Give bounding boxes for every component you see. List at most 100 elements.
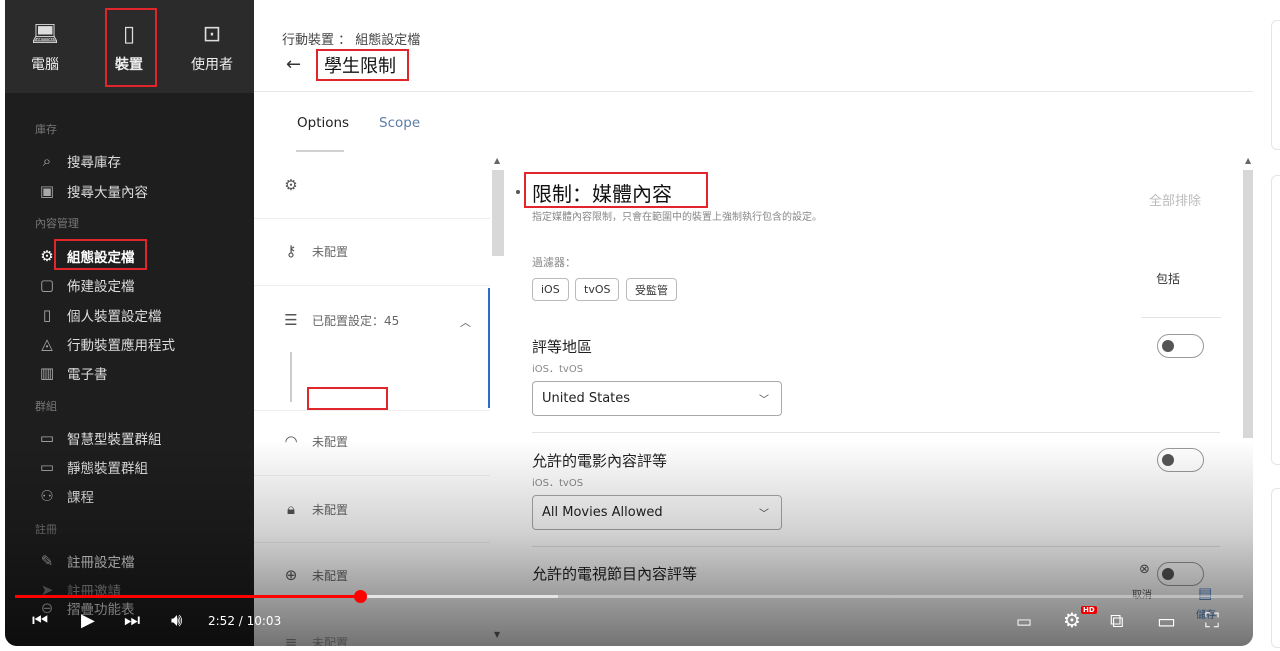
include-toggle[interactable] — [1157, 448, 1204, 472]
payload-scrollbar[interactable] — [492, 170, 504, 256]
section-enroll: 註冊 — [35, 523, 57, 536]
sidebar-item-personal-profiles[interactable]: ▯ 個人裝置設定檔 — [35, 305, 162, 325]
divider — [532, 432, 1220, 433]
include-toggle[interactable] — [1157, 562, 1204, 586]
sidebar-item-ebooks[interactable]: ▥ 電子書 — [35, 363, 108, 383]
payload-wifi[interactable]: ◠ 未配置 — [280, 432, 348, 450]
sidebar-item-mobile-apps[interactable]: ◬ 行動裝置應用程式 — [35, 334, 175, 354]
screen: 💻︎ 電腦 ▯ 裝置 ⊡ 使用者 庫存 ⌕ 搜尋庫存 ▣ 搜尋大量內容 內容管理 — [0, 0, 1280, 651]
exclude-all-button[interactable]: 全部排除 — [1149, 190, 1201, 209]
settings-scrollbar[interactable] — [1243, 170, 1253, 438]
sidebar-item-label: 課程 — [67, 490, 94, 506]
sidebar-item-label: 智慧型裝置群組 — [67, 432, 162, 448]
section-inventory: 庫存 — [35, 123, 57, 136]
checklist-icon: ☰ — [284, 311, 298, 329]
miniplayer-icon[interactable]: ⧉ — [1110, 610, 1124, 632]
payload-status: 已配置設定：45 — [312, 313, 400, 328]
chevron-up-icon[interactable]: ︿ — [460, 314, 471, 330]
chevron-down-icon: ﹀ — [759, 395, 769, 406]
sidebar-item-static-groups[interactable]: ▭ 靜態裝置群組 — [35, 457, 148, 477]
nav-users[interactable]: ⊡ 使用者 — [177, 22, 247, 74]
play-icon[interactable]: ▶︎ — [81, 610, 95, 631]
filter-chip-ios[interactable]: iOS — [532, 278, 569, 301]
back-arrow-icon[interactable]: ← — [286, 54, 301, 75]
scroll-up-arrow-icon[interactable]: ▲ — [494, 156, 500, 165]
divider — [254, 218, 490, 219]
floppy-disk-icon[interactable]: ▤ — [1198, 584, 1212, 602]
divider — [532, 546, 1220, 547]
highlight-box — [307, 387, 388, 410]
sidebar-item-smart-groups[interactable]: ▭ 智慧型裝置群組 — [35, 428, 162, 448]
sidebar-item-search-inventory[interactable]: ⌕ 搜尋庫存 — [35, 151, 121, 171]
sidebar-item-label: 註冊設定檔 — [67, 555, 135, 571]
ratings-region-select[interactable]: United States ﹀ — [532, 381, 782, 416]
user-icon: ⊡ — [202, 22, 222, 47]
nav-devices[interactable]: ▯ 裝置 — [94, 22, 164, 74]
payload-web[interactable]: ⊕ 未配置 — [280, 566, 348, 584]
side-card — [1271, 175, 1280, 465]
side-card — [1271, 20, 1280, 150]
setting-title: 允許的電視節目內容評等 — [532, 565, 698, 583]
section-description: 指定媒體內容限制，只會在範圍中的裝置上強制執行包含的設定。 — [532, 212, 822, 223]
volume-icon[interactable]: 🔊︎ — [171, 610, 182, 631]
scrubber-handle[interactable] — [354, 590, 367, 603]
next-icon[interactable]: ⏭︎ — [124, 610, 140, 631]
filter-chip-tvos[interactable]: tvOS — [575, 278, 620, 301]
cancel-label[interactable]: 取消 — [1132, 586, 1152, 601]
sidebar-item-enroll-profiles[interactable]: ✎ 註冊設定檔 — [35, 551, 135, 571]
selection-indicator — [488, 288, 490, 408]
list-icon: ≡ — [284, 633, 298, 646]
divider — [1141, 317, 1221, 318]
search-icon: ⌕ — [42, 152, 52, 170]
sidebar-item-config-profiles[interactable]: ⚙ 組態設定檔 — [35, 246, 134, 266]
close-circle-icon[interactable]: ⊗ — [1139, 562, 1150, 577]
app-icon: ◬ — [41, 335, 53, 353]
movie-rating-select[interactable]: All Movies Allowed ﹀ — [532, 495, 782, 530]
gear-icon: ⚙ — [284, 176, 298, 194]
payload-vpn[interactable]: 🔒︎ 未配置 — [280, 500, 348, 518]
sidebar-item-label: 個人裝置設定檔 — [67, 309, 162, 325]
toggle-knob — [1162, 568, 1174, 580]
globe-icon: ⊕ — [284, 566, 298, 584]
sidebar-item-search-bulk[interactable]: ▣ 搜尋大量內容 — [35, 181, 148, 201]
nav-label: 使用者 — [191, 57, 233, 73]
select-value: United States — [542, 391, 631, 406]
chevron-down-icon: ﹀ — [759, 509, 769, 520]
settings-gear-icon[interactable]: ⚙ — [1063, 608, 1081, 632]
bullet — [516, 190, 520, 194]
folder-plus-icon: ▭ — [39, 458, 55, 476]
hd-badge: HD — [1081, 606, 1097, 614]
scroll-down-arrow-icon[interactable]: ▼ — [494, 630, 500, 639]
divider — [254, 410, 490, 411]
payload-general[interactable]: ⚙ — [280, 176, 312, 194]
phone-icon: ▯ — [42, 306, 52, 324]
theater-mode-icon[interactable]: ▭ — [1157, 609, 1176, 633]
payload-passcode[interactable]: ⚷ 未配置 — [280, 242, 349, 260]
filter-chip-supervised[interactable]: 受監管 — [626, 278, 677, 301]
section-groups: 群組 — [35, 400, 57, 413]
setting-platforms: iOS．tvOS — [532, 478, 584, 489]
subtitles-icon[interactable]: ▭ — [1016, 612, 1032, 632]
sidebar-item-label: 搜尋庫存 — [67, 155, 121, 171]
include-header: 包括 — [1156, 272, 1181, 286]
image-search-icon: ▣ — [39, 182, 55, 200]
sidebar-item-provisioning[interactable]: ▢ 佈建設定檔 — [35, 275, 135, 295]
divider — [254, 91, 1253, 92]
breadcrumb: 行動裝置 ： 組態設定檔 — [282, 33, 421, 48]
video-player[interactable]: 💻︎ 電腦 ▯ 裝置 ⊡ 使用者 庫存 ⌕ 搜尋庫存 ▣ 搜尋大量內容 內容管理 — [5, 0, 1253, 646]
payload-next[interactable]: ≡ 未配置 — [280, 633, 348, 646]
progress-played — [15, 595, 360, 598]
top-nav: 💻︎ 電腦 ▯ 裝置 ⊡ 使用者 — [5, 0, 254, 93]
sidebar-item-classes[interactable]: ⚇ 課程 — [35, 486, 94, 506]
fullscreen-icon[interactable]: ⛶ — [1205, 608, 1219, 632]
scroll-up-arrow-icon[interactable]: ▲ — [1245, 156, 1251, 165]
nav-computers[interactable]: 💻︎ 電腦 — [10, 22, 80, 74]
tab-scope[interactable]: Scope — [379, 115, 420, 131]
previous-icon[interactable]: ⏮︎ — [32, 610, 48, 631]
tab-options[interactable]: Options — [297, 115, 349, 131]
include-toggle[interactable] — [1157, 334, 1204, 358]
smart-folder-icon: ▭ — [39, 429, 55, 447]
payload-restrictions[interactable]: ☰ 已配置設定：45 — [280, 311, 399, 329]
nav-label: 裝置 — [115, 57, 143, 73]
page-title: 學生限制 — [324, 56, 396, 77]
